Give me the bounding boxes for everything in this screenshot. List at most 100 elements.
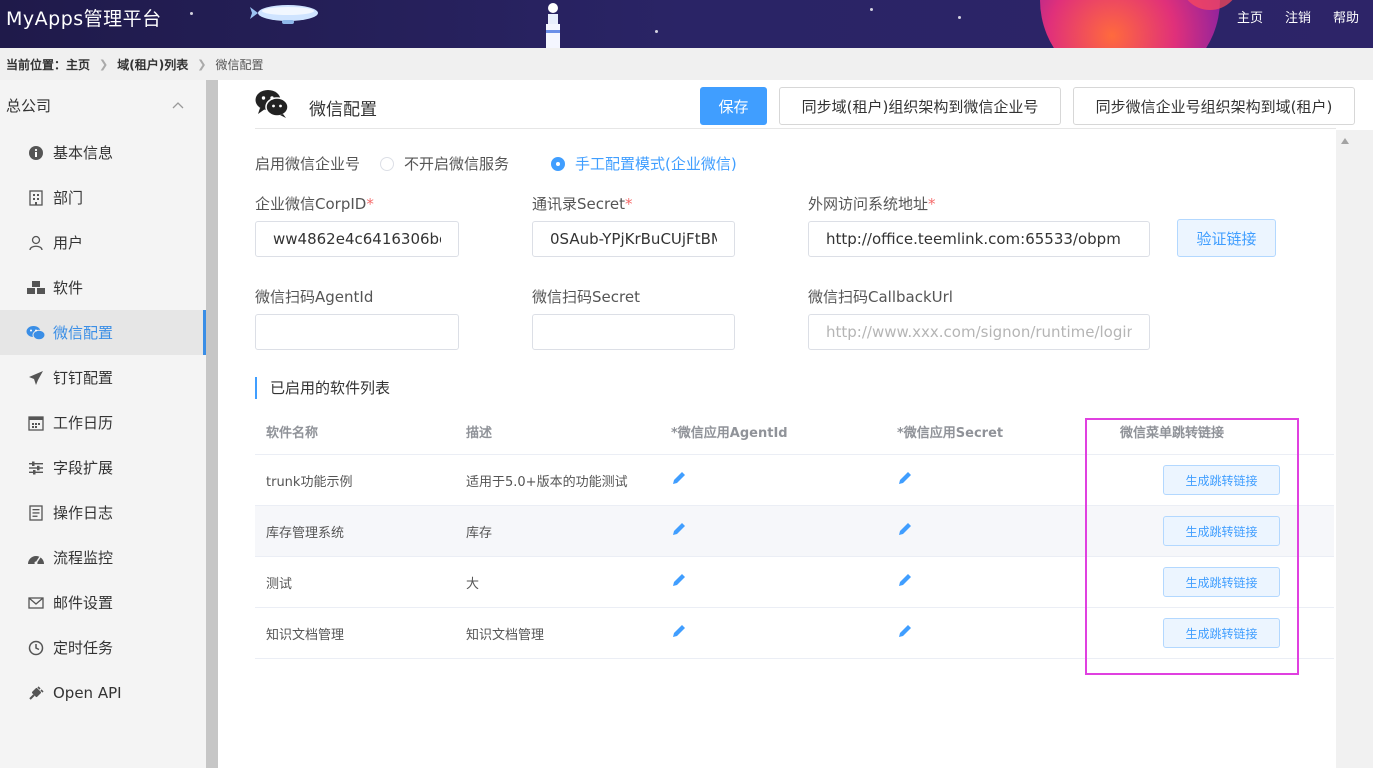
edit-pencil-icon[interactable]: [897, 572, 913, 588]
top-header: MyApps管理平台 主页 注销 帮助: [0, 0, 1373, 48]
sidebar-item-label: 字段扩展: [53, 459, 114, 477]
sidebar-item-field-extension[interactable]: 字段扩展: [0, 445, 206, 490]
info-icon: [26, 143, 46, 163]
sync-from-wechat-button[interactable]: 同步微信企业号组织架构到域(租户): [1073, 87, 1355, 125]
log-icon: [26, 503, 46, 523]
tower-decoration: [546, 3, 560, 48]
nav-logout-link[interactable]: 注销: [1285, 7, 1311, 26]
plug-icon: [26, 683, 46, 703]
cell-description: 知识文档管理: [466, 627, 545, 643]
edit-pencil-icon[interactable]: [671, 623, 687, 639]
verify-link-button[interactable]: 验证链接: [1177, 219, 1276, 257]
scroll-up-arrow-icon[interactable]: [1341, 138, 1349, 144]
breadcrumb-home[interactable]: 主页: [66, 56, 90, 73]
sidebar-item-label: 用户: [53, 234, 84, 252]
sliders-icon: [26, 458, 46, 478]
sidebar-item-scheduled-tasks[interactable]: 定时任务: [0, 625, 206, 670]
main-scrollbar[interactable]: [1336, 130, 1373, 768]
callback-url-label: 微信扫码CallbackUrl: [808, 288, 953, 306]
sidebar: 总公司 基本信息 部门 用户 软件 微信配置 钉钉配置 工作日历 字段扩展 操作…: [0, 80, 206, 768]
blimp-decoration: [250, 5, 318, 24]
sidebar-item-label: 定时任务: [53, 639, 114, 657]
header-software-name: 软件名称: [266, 425, 319, 441]
edit-pencil-icon[interactable]: [897, 470, 913, 486]
radio-checked-icon: [551, 156, 565, 171]
sidebar-item-label: Open API: [53, 683, 122, 702]
breadcrumb-prefix: 当前位置：: [6, 57, 67, 72]
sidebar-item-label: 流程监控: [53, 549, 114, 567]
cubes-icon: [26, 278, 46, 298]
star-decoration: [870, 8, 873, 11]
sidebar-item-basic-info[interactable]: 基本信息: [0, 130, 206, 175]
scan-secret-label: 微信扫码Secret: [532, 288, 640, 306]
sidebar-item-label: 基本信息: [53, 144, 114, 162]
sidebar-item-operation-log[interactable]: 操作日志: [0, 490, 206, 535]
wechat-icon: [26, 323, 46, 343]
enable-wechat-label: 启用微信企业号: [255, 155, 361, 173]
corp-id-input[interactable]: [255, 221, 459, 257]
radio-disable-wechat[interactable]: 不开启微信服务: [380, 153, 509, 174]
sidebar-item-wechat-config[interactable]: 微信配置: [0, 310, 206, 355]
page-title: 微信配置: [309, 100, 377, 120]
header-description: 描述: [466, 425, 493, 441]
user-icon: [26, 233, 46, 253]
sidebar-item-open-api[interactable]: Open API: [0, 670, 206, 715]
sidebar-item-label: 操作日志: [53, 504, 114, 522]
breadcrumb: 当前位置： 主页 ❯ 域(租户)列表 ❯ 微信配置: [0, 48, 1373, 80]
edit-pencil-icon[interactable]: [897, 623, 913, 639]
sidebar-group-header[interactable]: 总公司: [0, 80, 206, 130]
enabled-software-section-title: 已启用的软件列表: [255, 377, 390, 399]
contacts-secret-label: 通讯录Secret*: [532, 195, 633, 213]
scan-secret-input[interactable]: [532, 314, 735, 350]
cell-software-name: 库存管理系统: [266, 525, 345, 541]
sidebar-scrollbar[interactable]: [206, 80, 218, 768]
edit-pencil-icon[interactable]: [897, 521, 913, 537]
radio-manual-config[interactable]: 手工配置模式(企业微信): [551, 153, 737, 174]
breadcrumb-domain-list[interactable]: 域(租户)列表: [117, 56, 188, 73]
star-decoration: [190, 12, 193, 15]
sidebar-item-work-calendar[interactable]: 工作日历: [0, 400, 206, 445]
wechat-logo-icon: [255, 90, 289, 118]
highlight-annotation-box: [1085, 418, 1299, 675]
sidebar-item-department[interactable]: 部门: [0, 175, 206, 220]
star-decoration: [655, 30, 658, 33]
radio-circle-icon: [380, 156, 394, 171]
cell-description: 适用于5.0+版本的功能测试: [466, 474, 628, 490]
callback-url-input[interactable]: [808, 314, 1150, 350]
planet-decoration: [1040, 0, 1233, 48]
nav-home-link[interactable]: 主页: [1237, 7, 1263, 26]
cell-description: 大: [466, 576, 480, 592]
cell-software-name: 知识文档管理: [266, 627, 345, 643]
sidebar-item-label: 部门: [53, 189, 84, 207]
chevron-right-icon: ❯: [197, 57, 207, 71]
sidebar-item-software[interactable]: 软件: [0, 265, 206, 310]
save-button[interactable]: 保存: [700, 87, 767, 125]
edit-pencil-icon[interactable]: [671, 521, 687, 537]
sync-to-wechat-button[interactable]: 同步域(租户)组织架构到微信企业号: [779, 87, 1061, 125]
plane-icon: [26, 368, 46, 388]
radio-label: 手工配置模式(企业微信): [575, 155, 737, 173]
scan-agent-id-input[interactable]: [255, 314, 459, 350]
cell-software-name: 测试: [266, 576, 293, 592]
edit-pencil-icon[interactable]: [671, 470, 687, 486]
sidebar-item-mail-settings[interactable]: 邮件设置: [0, 580, 206, 625]
sidebar-item-label: 邮件设置: [53, 594, 114, 612]
contacts-secret-input[interactable]: [532, 221, 735, 257]
building-icon: [26, 188, 46, 208]
header-divider: [255, 128, 1336, 129]
sidebar-item-users[interactable]: 用户: [0, 220, 206, 265]
edit-pencil-icon[interactable]: [671, 572, 687, 588]
sidebar-item-process-monitor[interactable]: 流程监控: [0, 535, 206, 580]
sidebar-item-dingtalk-config[interactable]: 钉钉配置: [0, 355, 206, 400]
sidebar-item-label: 工作日历: [53, 414, 114, 432]
scan-agent-id-label: 微信扫码AgentId: [255, 288, 374, 306]
sidebar-group-label: 总公司: [6, 96, 52, 115]
cell-description: 库存: [466, 525, 493, 541]
nav-help-link[interactable]: 帮助: [1333, 7, 1359, 26]
corp-id-label: 企业微信CorpID*: [255, 195, 374, 213]
sidebar-item-label: 钉钉配置: [53, 369, 114, 387]
radio-label: 不开启微信服务: [404, 155, 510, 173]
external-url-input[interactable]: [808, 221, 1150, 257]
breadcrumb-current: 微信配置: [215, 57, 264, 72]
header-agent-id: *微信应用AgentId: [671, 425, 788, 441]
